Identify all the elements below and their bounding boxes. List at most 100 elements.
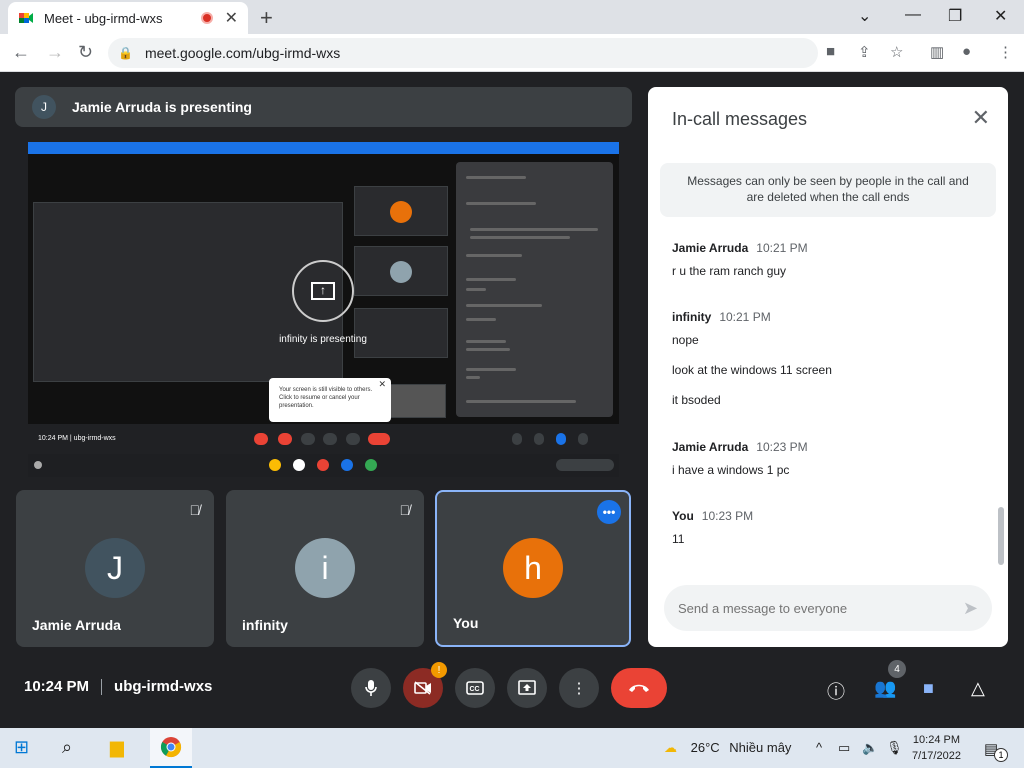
shared-people-icon [534, 433, 544, 445]
tab-search-icon[interactable]: ⌄ [858, 6, 871, 26]
chat-icon[interactable]: ■ [923, 678, 934, 699]
window-close-icon[interactable]: ✕ [994, 6, 1007, 26]
presenting-text: infinity is presenting [279, 334, 367, 345]
weather-widget[interactable]: ☁ 26°C Nhiều mây [664, 740, 791, 756]
presenter-banner: J Jamie Arruda is presenting [15, 87, 632, 127]
chat-notice: Messages can only be seen by people in t… [660, 163, 996, 217]
shared-tile-j [354, 308, 448, 358]
more-options-button[interactable]: ⋮ [559, 668, 599, 708]
message-time: 10:21 PM [719, 310, 771, 324]
message-sender: Jamie Arruda [672, 241, 749, 255]
volume-muted-icon[interactable]: 🔈 [862, 740, 878, 756]
shared-youtube-icon [317, 459, 329, 471]
captions-icon: CC [466, 681, 484, 695]
shared-mic-icon [254, 433, 268, 445]
browser-tab[interactable]: Meet - ubg-irmd-wxs ✕ [8, 2, 248, 34]
participant-name: Jamie Arruda [32, 617, 121, 633]
participant-tile-jamie[interactable]: 🎙̸ J Jamie Arruda [16, 490, 214, 647]
file-explorer-icon[interactable]: ▆ [110, 737, 124, 758]
chat-scrollbar[interactable] [998, 507, 1004, 565]
chrome-taskbar-icon[interactable] [150, 728, 192, 768]
recording-indicator-icon [200, 12, 213, 24]
shared-cc-icon [301, 433, 315, 445]
meeting-time: 10:24 PM [24, 678, 90, 695]
maximize-icon[interactable]: ❐ [948, 6, 962, 26]
bookmark-star-icon[interactable]: ☆ [890, 43, 903, 61]
reload-icon[interactable]: ↻ [78, 42, 93, 63]
shared-present-icon [323, 433, 337, 445]
participant-tile-infinity[interactable]: 🎙̸ i infinity [226, 490, 424, 647]
message-input[interactable] [678, 600, 963, 616]
present-button[interactable] [507, 668, 547, 708]
close-panel-icon[interactable]: ✕ [972, 105, 990, 131]
message-time: 10:23 PM [756, 440, 808, 454]
share-icon[interactable]: ⇪ [858, 43, 871, 61]
people-count-badge: 4 [888, 660, 906, 678]
chrome-icon [160, 737, 182, 758]
hang-up-icon [629, 684, 649, 692]
mic-tray-icon[interactable]: 🎙 [886, 740, 903, 756]
browser-tabstrip: Meet - ubg-irmd-wxs ✕ + ⌄ — ❐ ✕ [0, 0, 1024, 34]
camera-button[interactable]: ! [403, 662, 447, 708]
shared-screen[interactable]: ↑ infinity is presenting Your screen is … [28, 142, 619, 477]
more-options-icon[interactable]: ••• [597, 500, 621, 524]
new-tab-icon[interactable]: + [260, 5, 273, 31]
system-clock[interactable]: 10:24 PM 7/17/2022 [912, 732, 961, 764]
participant-avatar: h [503, 538, 563, 598]
shared-more-icon [346, 433, 360, 445]
message-group: You 10:23 PM 11 [672, 509, 753, 546]
shared-chat-panel [456, 162, 613, 417]
profile-icon[interactable]: ● [962, 43, 971, 60]
camera-alert-badge: ! [431, 662, 447, 678]
presentation-tooltip: Your screen is still visible to others. … [269, 378, 391, 422]
call-controls-bar: 10:24 PM ubg-irmd-wxs ! CC ⋮ ⓘ 👥 4 ■ △ [0, 650, 1024, 728]
browser-menu-icon[interactable]: ⋮ [998, 43, 1013, 61]
clock-time: 10:24 PM [912, 734, 961, 746]
message-compose: ➤ [664, 585, 992, 631]
shared-cam-icon [278, 433, 292, 445]
minimize-icon[interactable]: — [905, 6, 921, 24]
captions-button[interactable]: CC [455, 668, 495, 708]
participant-tile-you[interactable]: ••• h You [435, 490, 631, 647]
shared-shelf [28, 454, 619, 477]
shared-tile-h [354, 186, 448, 236]
windows-start-icon[interactable]: ⊞ [14, 737, 29, 758]
taskbar-search-icon[interactable]: ⌕ [62, 737, 72, 758]
meeting-details-icon[interactable]: ⓘ [827, 678, 845, 704]
present-screen-icon: ↑ [292, 260, 354, 322]
temperature: 26°C [690, 740, 720, 755]
participant-avatar: i [295, 538, 355, 598]
leave-call-button[interactable] [611, 668, 667, 708]
shared-chat-icon [556, 433, 566, 445]
send-icon[interactable]: ➤ [963, 598, 978, 619]
activities-icon[interactable]: △ [971, 678, 985, 699]
camera-icon[interactable]: ■ [826, 43, 835, 60]
notification-count: 1 [994, 748, 1008, 762]
participant-name: You [453, 615, 479, 631]
shared-activities-icon [578, 433, 588, 445]
side-panel-icon[interactable]: ▥ [930, 43, 944, 61]
shared-tile-i [354, 246, 448, 296]
shared-tile-i-avatar [390, 261, 412, 283]
message-text: look at the windows 11 screen [672, 363, 832, 377]
tray-chevron-icon[interactable]: ^ [816, 740, 822, 755]
shared-docs-icon [341, 459, 353, 471]
forward-icon[interactable]: → [46, 42, 64, 63]
tab-close-icon[interactable]: ✕ [225, 8, 238, 28]
message-sender: Jamie Arruda [672, 440, 749, 454]
network-icon[interactable]: ▭ [838, 740, 850, 756]
message-group: infinity 10:21 PM nope look at the window… [672, 310, 832, 407]
microphone-button[interactable] [351, 668, 391, 708]
message-text: r u the ram ranch guy [672, 264, 787, 278]
message-sender: You [672, 509, 694, 523]
message-time: 10:21 PM [756, 241, 808, 255]
in-call-messages-panel: In-call messages ✕ Messages can only be … [648, 87, 1008, 647]
message-sender: infinity [672, 310, 712, 324]
back-icon[interactable]: ← [12, 42, 30, 63]
shared-info-icon [512, 433, 522, 445]
participant-avatar: J [85, 538, 145, 598]
address-bar[interactable]: 🔒 meet.google.com/ubg-irmd-wxs [108, 38, 818, 68]
presenter-text: Jamie Arruda is presenting [72, 99, 252, 115]
people-icon[interactable]: 👥 [874, 678, 896, 699]
message-text: it bsoded [672, 393, 721, 407]
